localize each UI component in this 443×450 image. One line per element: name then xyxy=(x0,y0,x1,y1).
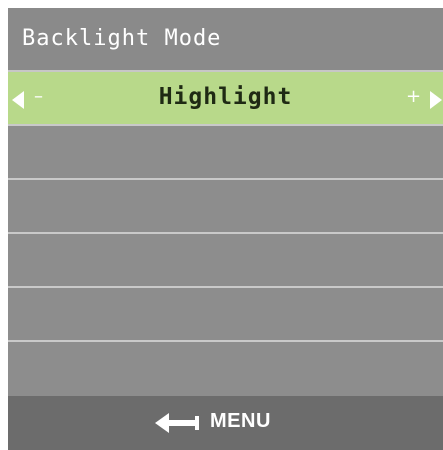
back-arrow-icon[interactable] xyxy=(155,413,207,433)
page-title: Backlight Mode xyxy=(22,26,222,51)
empty-row xyxy=(8,342,443,396)
osd-screen: Backlight Mode – Highlight + MENU xyxy=(8,8,443,450)
empty-row xyxy=(8,288,443,342)
setting-value: Highlight xyxy=(158,84,293,110)
setting-row-backlight-mode[interactable]: – Highlight + xyxy=(8,72,443,126)
empty-row xyxy=(8,234,443,288)
empty-row xyxy=(8,180,443,234)
increment-label: + xyxy=(406,86,422,107)
menu-button[interactable]: MENU xyxy=(210,410,271,433)
title-bar: Backlight Mode xyxy=(8,8,443,72)
right-arrow-icon[interactable] xyxy=(430,91,442,109)
footer-bar: MENU xyxy=(8,396,443,450)
empty-row xyxy=(8,126,443,180)
